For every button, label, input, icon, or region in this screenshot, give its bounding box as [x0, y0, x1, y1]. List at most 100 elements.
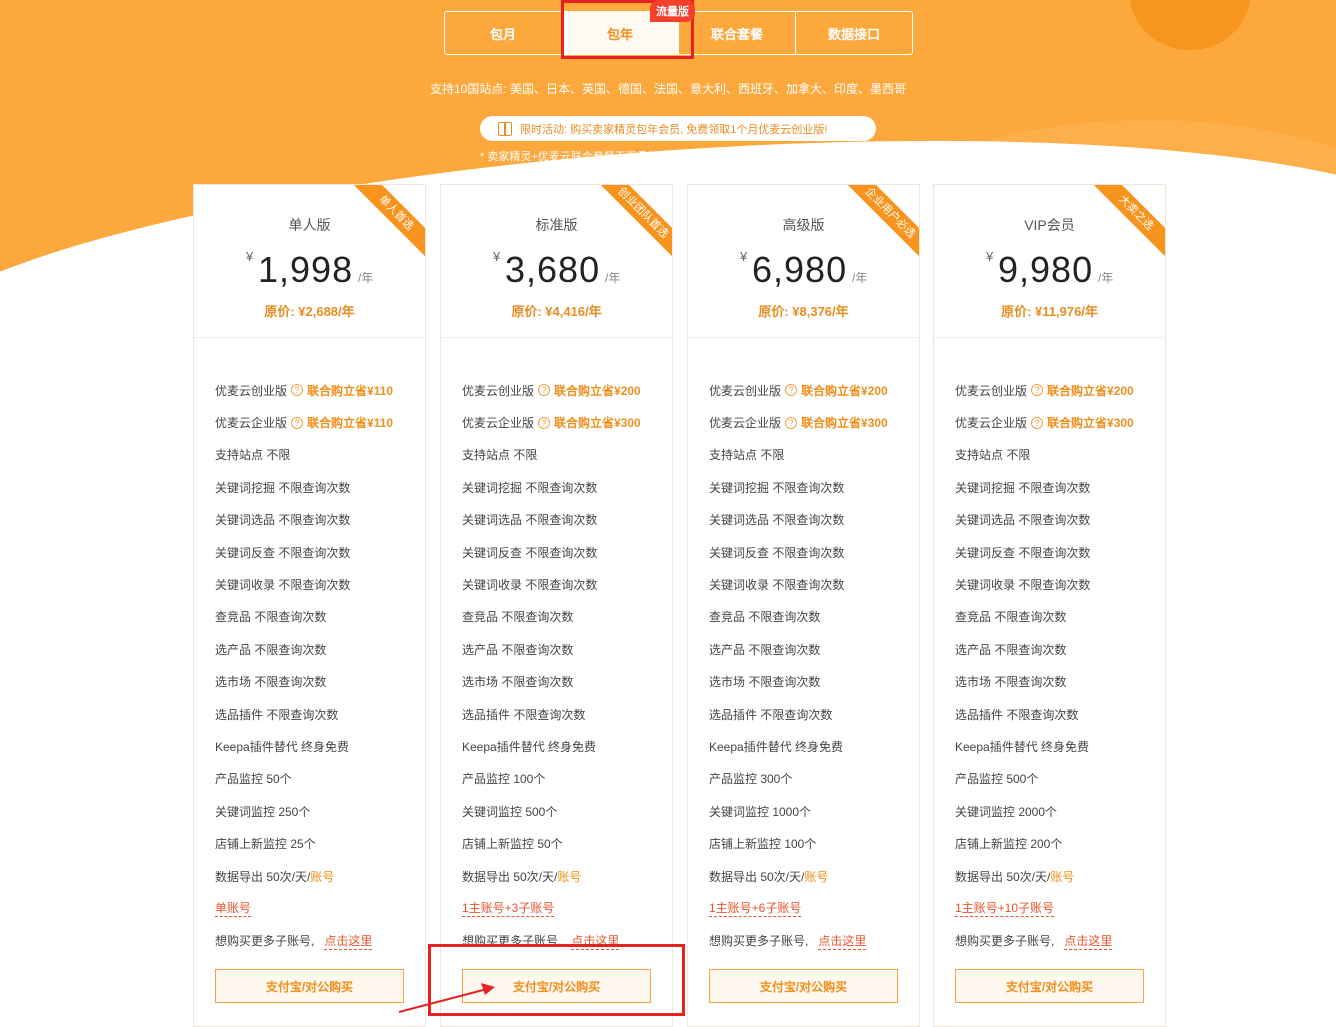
feature-youmai-startup: 优麦云创业版 ? 联合购立省¥200 [709, 374, 919, 406]
help-icon[interactable]: ? [785, 416, 798, 429]
buy-button[interactable]: 支付宝/对公购买 [215, 969, 404, 1003]
feature-market: 选市场 不限查询次数 [215, 675, 327, 690]
price-unit: /年 [605, 271, 621, 285]
feature-plugin: 选品插件 不限查询次数 [709, 707, 833, 722]
feature-keyword-mining: 关键词挖掘 不限查询次数 [462, 480, 598, 495]
feature-sites: 支持站点 不限 [709, 448, 785, 463]
feature-store-monitor: 店铺上新监控 50个 [462, 837, 563, 852]
feature-list: 优麦云创业版 ? 联合购立省¥200 优麦云企业版 ? 联合购立省¥300 支持… [441, 338, 672, 957]
account-link[interactable]: 账号 [310, 868, 334, 885]
help-icon[interactable]: ? [1031, 416, 1044, 429]
plan-card-header: 大卖之选 VIP会员 ¥ 9,980 /年 原价: ¥11,976/年 [934, 185, 1165, 338]
feature-label: 想购买更多子账号, [709, 934, 809, 949]
feature-more-accounts: 想购买更多子账号, 点击这里 [215, 925, 425, 957]
click-here-link[interactable]: 点击这里 [1064, 932, 1113, 950]
tab-bundle[interactable]: 联合套餐 [679, 12, 796, 54]
feature-keyword-selection: 关键词选品 不限查询次数 [462, 513, 598, 528]
feature-plugin: 选品插件 不限查询次数 [215, 707, 339, 722]
bundle-saving: 联合购立省¥200 [554, 383, 641, 398]
feature-youmai-enterprise: 优麦云企业版 ? 联合购立省¥110 [215, 406, 425, 438]
feature-keepa: Keepa插件替代 终身免费 [955, 739, 1090, 754]
plan-card-header: 企业用户必选 高级版 ¥ 6,980 /年 原价: ¥8,376/年 [688, 185, 919, 338]
account-link[interactable]: 账号 [1050, 868, 1074, 885]
bundle-saving: 联合购立省¥200 [1047, 383, 1134, 398]
feature-label: 优麦云创业版 [215, 383, 288, 398]
feature-label: 优麦云企业版 [462, 416, 535, 431]
original-price: 原价: ¥8,376/年 [758, 304, 849, 319]
feature-competitor: 查竞品 不限查询次数 [709, 610, 821, 625]
bundle-saving: 联合购立省¥300 [801, 416, 888, 431]
feature-product-monitor: 产品监控 300个 [709, 772, 793, 787]
feature-keyword-index: 关键词收录 不限查询次数 [955, 578, 1091, 593]
help-icon[interactable]: ? [291, 384, 304, 397]
price-row: ¥ 3,680 /年 [441, 249, 672, 291]
price-value: 3,680 [505, 249, 601, 290]
feature-list: 优麦云创业版 ? 联合购立省¥110 优麦云企业版 ? 联合购立省¥110 支持… [194, 338, 425, 957]
price-value: 1,998 [258, 249, 354, 290]
tab-data-api[interactable]: 数据接口 [796, 12, 912, 54]
click-here-link[interactable]: 点击这里 [818, 932, 867, 950]
feature-product: 选产品 不限查询次数 [709, 642, 821, 657]
help-icon[interactable]: ? [291, 416, 304, 429]
accounts-link[interactable]: 1主账号+3子账号 [462, 899, 555, 918]
price-value: 9,980 [998, 249, 1094, 290]
feature-label: 优麦云企业版 [709, 416, 782, 431]
price-currency: ¥ [986, 249, 994, 264]
feature-accounts: 1主账号+10子账号 [955, 892, 1165, 924]
help-icon[interactable]: ? [785, 384, 798, 397]
feature-market: 选市场 不限查询次数 [462, 675, 574, 690]
feature-plugin: 选品插件 不限查询次数 [462, 707, 586, 722]
price-row: ¥ 1,998 /年 [194, 249, 425, 291]
account-link[interactable]: 账号 [804, 868, 828, 885]
tab-monthly[interactable]: 包月 [445, 12, 562, 54]
feature-keyword-reverse: 关键词反查 不限查询次数 [215, 545, 351, 560]
accounts-link[interactable]: 单账号 [215, 899, 252, 918]
feature-competitor: 查竞品 不限查询次数 [215, 610, 327, 625]
feature-export: 数据导出 50次/天/ 账号 [709, 860, 919, 892]
plan-card: 企业用户必选 高级版 ¥ 6,980 /年 原价: ¥8,376/年 优麦云创业… [687, 184, 920, 1027]
click-here-link[interactable]: 点击这里 [324, 932, 373, 950]
tab-badge: 流量版 [650, 0, 695, 22]
feature-youmai-enterprise: 优麦云企业版 ? 联合购立省¥300 [709, 406, 919, 438]
price-currency: ¥ [740, 249, 748, 264]
feature-label: 数据导出 50次/天/ [462, 869, 558, 884]
feature-export: 数据导出 50次/天/ 账号 [955, 860, 1165, 892]
account-link[interactable]: 账号 [557, 868, 581, 885]
feature-youmai-startup: 优麦云创业版 ? 联合购立省¥200 [462, 374, 672, 406]
help-icon[interactable]: ? [538, 384, 551, 397]
help-icon[interactable]: ? [1031, 384, 1044, 397]
promo-banner[interactable]: 限时活动: 购买卖家精灵包年会员, 免费领取1个月优麦云创业版! [480, 116, 876, 141]
gift-icon [498, 121, 512, 136]
feature-label: 想购买更多子账号, [215, 934, 315, 949]
red-arrow-annotation [398, 983, 495, 1013]
accounts-link[interactable]: 1主账号+10子账号 [955, 899, 1055, 918]
accounts-link[interactable]: 1主账号+6子账号 [709, 899, 802, 918]
feature-keyword-reverse: 关键词反查 不限查询次数 [955, 545, 1091, 560]
help-icon[interactable]: ? [538, 416, 551, 429]
feature-label: 数据导出 50次/天/ [709, 869, 805, 884]
feature-product: 选产品 不限查询次数 [462, 642, 574, 657]
feature-keyword-index: 关键词收录 不限查询次数 [462, 578, 598, 593]
feature-sites: 支持站点 不限 [462, 448, 538, 463]
price-currency: ¥ [493, 249, 501, 264]
feature-more-accounts: 想购买更多子账号, 点击这里 [955, 925, 1165, 957]
feature-keyword-index: 关键词收录 不限查询次数 [709, 578, 845, 593]
buy-button[interactable]: 支付宝/对公购买 [955, 969, 1144, 1003]
supported-sites-text: 支持10国站点: 美国、日本、英国、德国、法国、意大利、西班牙、加拿大、印度、墨… [429, 82, 907, 96]
feature-accounts: 1主账号+3子账号 [462, 892, 672, 924]
feature-label: 优麦云企业版 [955, 416, 1028, 431]
feature-product-monitor: 产品监控 500个 [955, 772, 1039, 787]
feature-youmai-enterprise: 优麦云企业版 ? 联合购立省¥300 [462, 406, 672, 438]
feature-keyword-index: 关键词收录 不限查询次数 [215, 578, 351, 593]
price-row: ¥ 9,980 /年 [934, 249, 1165, 291]
bundle-saving: 联合购立省¥200 [801, 383, 888, 398]
plan-card-header: 创业团队首选 标准版 ¥ 3,680 /年 原价: ¥4,416/年 [441, 185, 672, 338]
promo-text: 限时活动: 购买卖家精灵包年会员, 免费领取1个月优麦云创业版! [520, 123, 828, 136]
feature-label: 数据导出 50次/天/ [215, 869, 311, 884]
feature-list: 优麦云创业版 ? 联合购立省¥200 优麦云企业版 ? 联合购立省¥300 支持… [688, 338, 919, 957]
bundle-saving: 联合购立省¥110 [307, 416, 394, 431]
feature-competitor: 查竞品 不限查询次数 [462, 610, 574, 625]
feature-product: 选产品 不限查询次数 [955, 642, 1067, 657]
buy-button[interactable]: 支付宝/对公购买 [709, 969, 898, 1003]
plan-card: 单人首选 单人版 ¥ 1,998 /年 原价: ¥2,688/年 优麦云创业版 … [193, 184, 426, 1027]
